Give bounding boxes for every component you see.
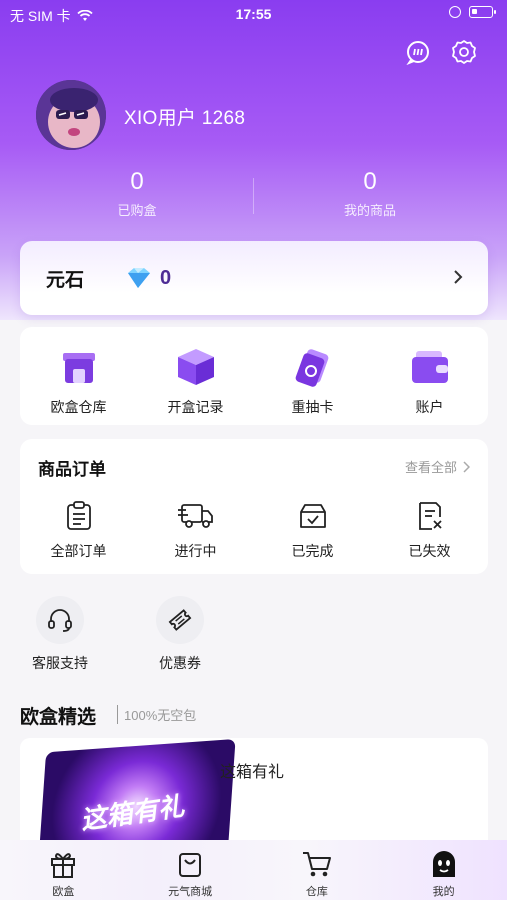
avatar-character-icon — [36, 80, 106, 150]
truck-icon — [174, 499, 218, 533]
battery-icon — [469, 6, 496, 18]
service-label: 优惠券 — [159, 655, 201, 671]
stat-my-products[interactable]: 0 我的商品 — [270, 168, 470, 219]
settings-button[interactable] — [450, 38, 478, 66]
order-all[interactable]: 全部订单 — [20, 499, 137, 561]
tab-mall[interactable]: 元气商城 — [127, 840, 254, 900]
check-box-icon — [291, 499, 335, 533]
orders-grid: 全部订单 进行中 已完成 已失效 — [20, 499, 488, 561]
invalid-doc-icon — [408, 499, 452, 533]
tab-label: 欧盒 — [52, 886, 75, 898]
quick-menu-warehouse[interactable]: 欧盒仓库 — [20, 345, 137, 417]
view-all-orders-link[interactable]: 查看全部 — [405, 457, 470, 476]
stat-purchased-boxes[interactable]: 0 已购盒 — [37, 168, 237, 219]
redraw-card-icon — [291, 345, 335, 389]
open-box-icon — [174, 345, 218, 389]
tab-ouhe[interactable]: 欧盒 — [0, 840, 127, 900]
gear-icon — [452, 40, 476, 64]
status-time: 17:55 — [235, 6, 272, 22]
order-label: 全部订单 — [50, 543, 107, 559]
yuanshi-label: 元石 — [46, 269, 85, 291]
shopping-bag-icon — [174, 848, 206, 880]
order-label: 进行中 — [174, 543, 217, 559]
bottom-tab-bar: 欧盒 元气商城 仓库 我的 — [0, 840, 507, 900]
stat-value: 0 — [130, 168, 144, 195]
quick-menu-grid: 欧盒仓库 开盒记录 重抽卡 账户 — [20, 345, 488, 417]
quick-menu-open-records[interactable]: 开盒记录 — [137, 345, 254, 417]
featured-title: 欧盒精选 — [20, 707, 97, 728]
stat-value: 0 — [363, 168, 377, 195]
status-bar: 无 SIM 卡 17:55 — [0, 0, 507, 28]
gem-icon — [128, 268, 151, 288]
cart-icon — [301, 848, 333, 880]
order-in-progress[interactable]: 进行中 — [137, 499, 254, 561]
status-right — [449, 6, 496, 18]
view-all-label: 查看全部 — [404, 460, 457, 475]
orientation-lock-icon — [449, 6, 461, 18]
box-house-icon — [57, 345, 101, 389]
tab-warehouse[interactable]: 仓库 — [254, 840, 381, 900]
chevron-right-icon — [454, 270, 463, 284]
message-button[interactable] — [404, 38, 432, 66]
yuanshi-value: 0 — [160, 266, 172, 289]
orders-title: 商品订单 — [38, 460, 106, 479]
tab-label: 我的 — [432, 886, 455, 898]
stat-divider — [253, 178, 254, 214]
message-icon — [406, 41, 429, 65]
quick-menu-label: 欧盒仓库 — [50, 399, 107, 415]
avatar[interactable] — [36, 80, 106, 150]
quick-menu-card: 欧盒仓库 开盒记录 重抽卡 账户 — [20, 327, 488, 425]
tab-label: 元气商城 — [168, 886, 213, 898]
wallet-icon — [408, 345, 452, 389]
service-label: 客服支持 — [32, 655, 88, 671]
chevron-right-icon — [463, 460, 470, 473]
ghost-face-icon — [428, 848, 460, 880]
orders-card: 商品订单 查看全部 全部订单 进行中 已完成 已失效 — [20, 439, 488, 574]
quick-menu-label: 账户 — [415, 399, 444, 415]
quick-menu-label: 开盒记录 — [167, 399, 224, 415]
username: XIO用户 1268 — [124, 108, 246, 129]
service-support[interactable]: 客服支持 — [20, 596, 100, 673]
gift-icon — [47, 848, 79, 880]
product-name: 这箱有礼 — [220, 764, 285, 781]
services-row: 客服支持 优惠券 — [20, 596, 220, 673]
yuanshi-card[interactable]: 元石 0 — [20, 241, 488, 315]
stat-label: 已购盒 — [117, 203, 157, 218]
clipboard-icon — [57, 499, 101, 533]
order-label: 已失效 — [408, 543, 451, 559]
quick-menu-account[interactable]: 账户 — [371, 345, 488, 417]
order-invalid[interactable]: 已失效 — [371, 499, 488, 561]
quick-menu-label: 重抽卡 — [291, 399, 334, 415]
headset-icon — [36, 596, 84, 644]
tab-mine[interactable]: 我的 — [380, 840, 507, 900]
order-completed[interactable]: 已完成 — [254, 499, 371, 561]
featured-subtitle: 100%无空包 — [117, 705, 196, 724]
coupon-icon — [156, 596, 204, 644]
stat-label: 我的商品 — [343, 203, 396, 218]
quick-menu-redraw-card[interactable]: 重抽卡 — [254, 345, 371, 417]
order-label: 已完成 — [291, 543, 334, 559]
tab-label: 仓库 — [305, 886, 328, 898]
service-coupons[interactable]: 优惠券 — [140, 596, 220, 673]
